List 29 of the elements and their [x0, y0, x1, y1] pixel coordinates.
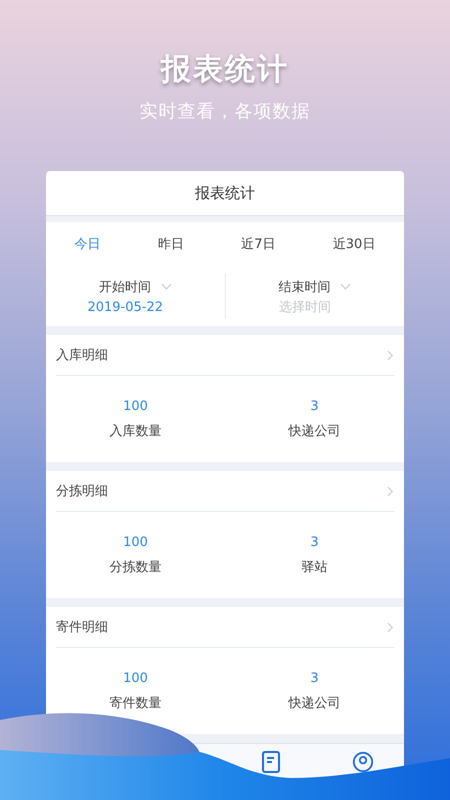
stat-value: 3 [310, 398, 319, 414]
stat-label: 入库数量 [110, 422, 162, 440]
stat-label: 寄件数量 [110, 694, 162, 712]
hero-subtitle: 实时查看，各项数据 [140, 100, 310, 124]
document-icon[interactable] [260, 750, 282, 774]
date-tab[interactable]: 昨日 [150, 231, 192, 257]
stat-label: 快递公司 [288, 694, 340, 712]
date-tab[interactable]: 近30日 [324, 231, 384, 257]
section-header[interactable]: 分拣明细 [56, 471, 394, 512]
date-field[interactable]: 选择时间 [250, 300, 360, 314]
section-title: 分拣明细 [56, 483, 108, 500]
stat-value: 100 [123, 398, 148, 414]
date-label: 结束时间 [278, 278, 330, 296]
section-title: 入库明细 [56, 347, 108, 364]
stat-value: 3 [310, 670, 319, 686]
section-header[interactable]: 入库明细 [56, 335, 394, 376]
section-header[interactable]: 寄件明细 [56, 607, 394, 648]
stat-label: 分拣数量 [110, 558, 162, 576]
date-tab[interactable]: 近7日 [233, 231, 284, 257]
stat-value: 3 [310, 534, 319, 550]
chevron-right-icon [387, 622, 394, 632]
chevron-right-icon [387, 350, 394, 360]
stat-label: 驿站 [302, 558, 328, 576]
stat-label: 快递公司 [288, 422, 340, 440]
section-title: 寄件明细 [56, 619, 108, 636]
date-label: 开始时间 [98, 278, 151, 296]
stat-value: 100 [123, 670, 148, 686]
chevron-right-icon [387, 486, 394, 496]
stat-value: 100 [123, 534, 148, 550]
